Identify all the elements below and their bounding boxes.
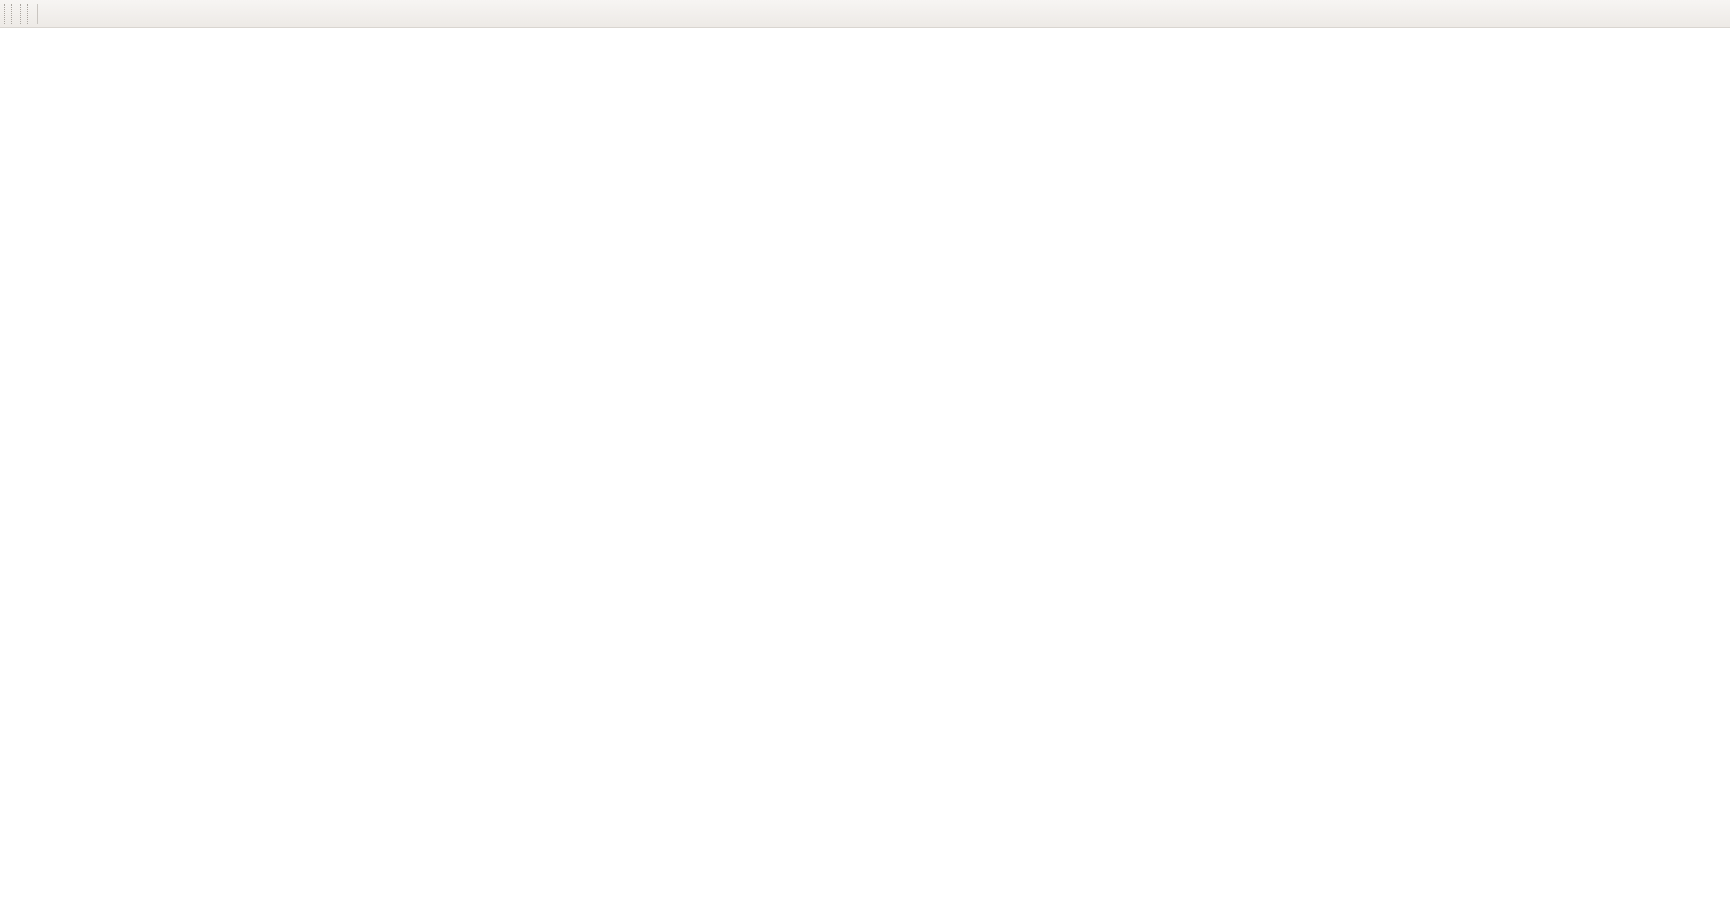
- mt4-terminal: [0, 0, 1730, 897]
- toolbar-grip-2[interactable]: [20, 4, 28, 24]
- chart-toolbar: [0, 0, 1730, 28]
- toolbar-grip[interactable]: [4, 4, 12, 24]
- chart-title: [8, 32, 15, 46]
- toolbar-separator: [37, 4, 38, 24]
- chart-canvas[interactable]: [0, 29, 1730, 897]
